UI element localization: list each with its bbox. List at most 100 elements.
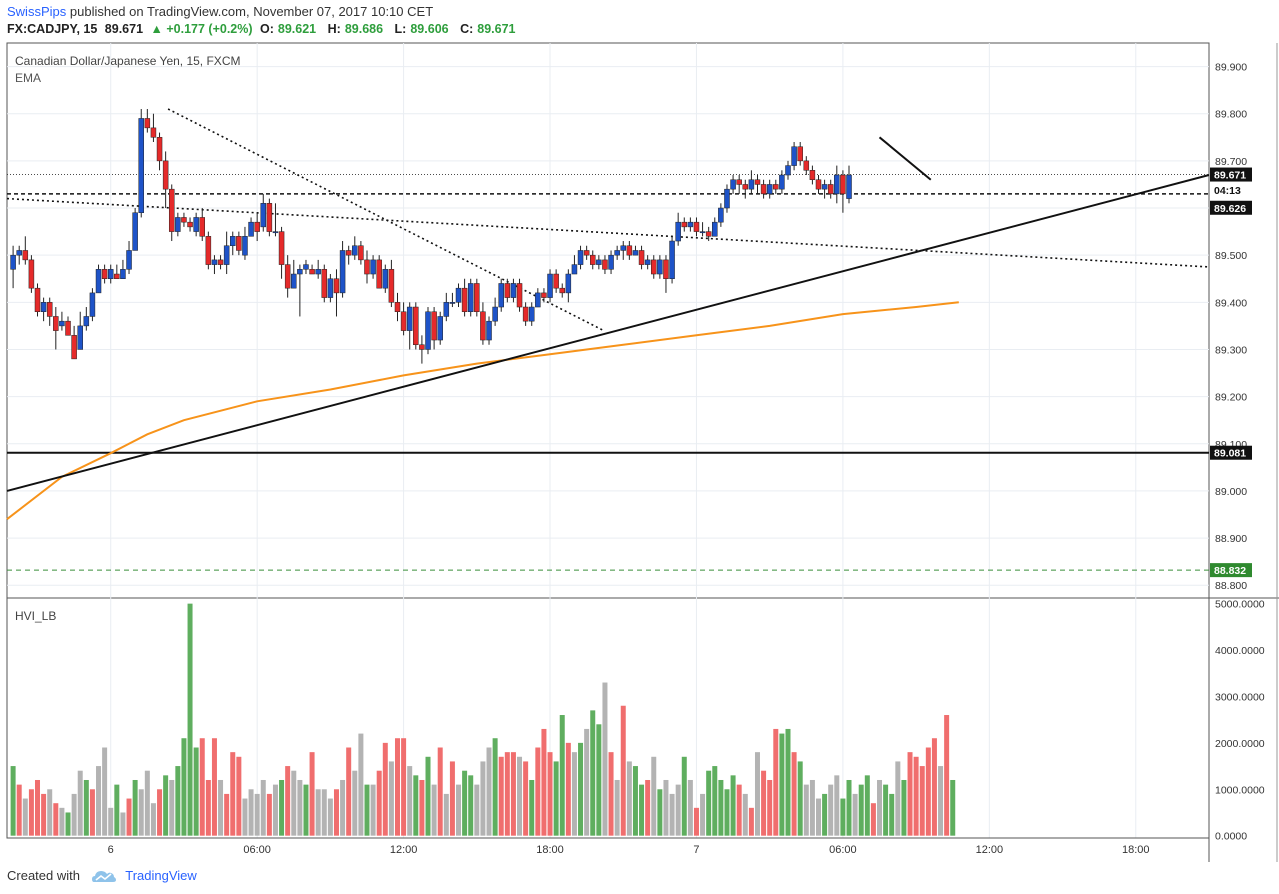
price-chart[interactable]: 6 06:00 12:00 18:00 7 06:00 12:00 18:00 89.900 89… (0, 0, 1279, 894)
volume-bar (419, 779, 425, 836)
x-tick-label: 18:00 (536, 844, 564, 856)
candle-body (83, 316, 90, 327)
candle (413, 302, 419, 350)
candle-body (480, 311, 486, 341)
candle-body (840, 174, 846, 195)
volume-bar (571, 752, 577, 836)
volume-bar (193, 747, 199, 836)
x-tick-label: 06:00 (243, 844, 271, 856)
volume-bar (89, 789, 95, 836)
candle-body (291, 273, 297, 289)
x-tick-label: 06:00 (829, 844, 857, 856)
volume-bar (565, 742, 571, 836)
candle-body (699, 231, 706, 234)
candle-body (681, 221, 688, 228)
y-tick-label: 89.500 (1215, 250, 1247, 262)
candle-body (443, 302, 450, 317)
volume-bar (327, 798, 333, 836)
volume-bar (462, 770, 468, 836)
volume-bar (779, 733, 785, 836)
candle-body (388, 269, 395, 303)
volume-bar (773, 728, 779, 836)
tradingview-brand-link[interactable]: TradingView (125, 868, 197, 883)
candle-body (437, 316, 443, 341)
volume-bar (675, 784, 681, 836)
candle-body (559, 287, 565, 294)
candle-body (821, 184, 828, 190)
volume-bar (626, 761, 632, 836)
candle-body (370, 259, 376, 275)
volume-bar (803, 784, 809, 836)
volume-bar (754, 752, 760, 836)
volume-bar (486, 747, 492, 836)
volume-bar (41, 793, 47, 836)
volume-bar (382, 742, 388, 836)
volume-bar (767, 779, 773, 836)
volume-bar (407, 766, 413, 836)
volume-bar (809, 779, 815, 836)
candle-body (754, 179, 761, 185)
candle (321, 264, 328, 303)
candle-body (126, 250, 132, 270)
volume-bar (718, 779, 724, 836)
candle-body (168, 188, 175, 232)
volume-bar (657, 789, 663, 836)
volume-bar (858, 784, 864, 836)
volume-bar (150, 803, 156, 836)
candle-body (413, 306, 419, 346)
volume-bar (596, 724, 602, 836)
volume-bar (498, 756, 504, 836)
candle-body (547, 273, 553, 298)
candle-body (602, 259, 608, 270)
candle-body (620, 245, 627, 251)
candle-body (40, 302, 47, 312)
volume-bar (816, 798, 822, 836)
volume-bar (510, 752, 516, 836)
volume-bar (16, 784, 22, 836)
volume-bar (28, 789, 34, 836)
candle-body (724, 188, 730, 209)
volume-bar (944, 715, 950, 836)
volume-bar (724, 789, 730, 836)
volume-y-tick: 1000.0000 (1215, 784, 1265, 796)
volume-bar (602, 682, 608, 836)
candle-body (577, 250, 584, 265)
price-label-text: 89.081 (1214, 448, 1246, 460)
candle-body (59, 320, 65, 327)
volume-bar (254, 793, 260, 836)
candle-body (565, 273, 572, 294)
volume-bar (230, 752, 236, 836)
candle-body (528, 306, 535, 322)
candle-body (223, 245, 230, 265)
candle-body (736, 179, 742, 185)
hvi-label: HVI_LB (15, 609, 56, 623)
candle-body (321, 269, 328, 298)
x-tick-label: 6 (108, 844, 114, 856)
candle-body (657, 259, 663, 275)
candle-body (742, 184, 749, 190)
volume-bar (218, 779, 224, 836)
candle-body (431, 311, 437, 341)
candle-body (272, 231, 279, 234)
y-tick-label: 89.900 (1215, 62, 1247, 74)
candle-body (467, 283, 474, 312)
volume-bar (919, 766, 925, 836)
candle (89, 288, 96, 322)
y-tick-label: 89.000 (1215, 486, 1247, 498)
candle-body (132, 212, 138, 251)
volume-bar (431, 784, 437, 836)
candle-body (406, 306, 413, 331)
volume-bar (474, 784, 480, 836)
candle-body (34, 287, 41, 312)
price-label: 89.671 (1210, 167, 1252, 182)
volume-bar (413, 775, 419, 836)
candle-body (181, 217, 187, 223)
candle-body (254, 221, 260, 232)
candle-body (65, 320, 71, 336)
volume-bar (523, 761, 529, 836)
candle-body (193, 217, 199, 232)
x-tick-label: 18:00 (1122, 844, 1150, 856)
volume-bar (297, 779, 303, 836)
candle (425, 307, 431, 355)
candle-body (278, 231, 285, 265)
